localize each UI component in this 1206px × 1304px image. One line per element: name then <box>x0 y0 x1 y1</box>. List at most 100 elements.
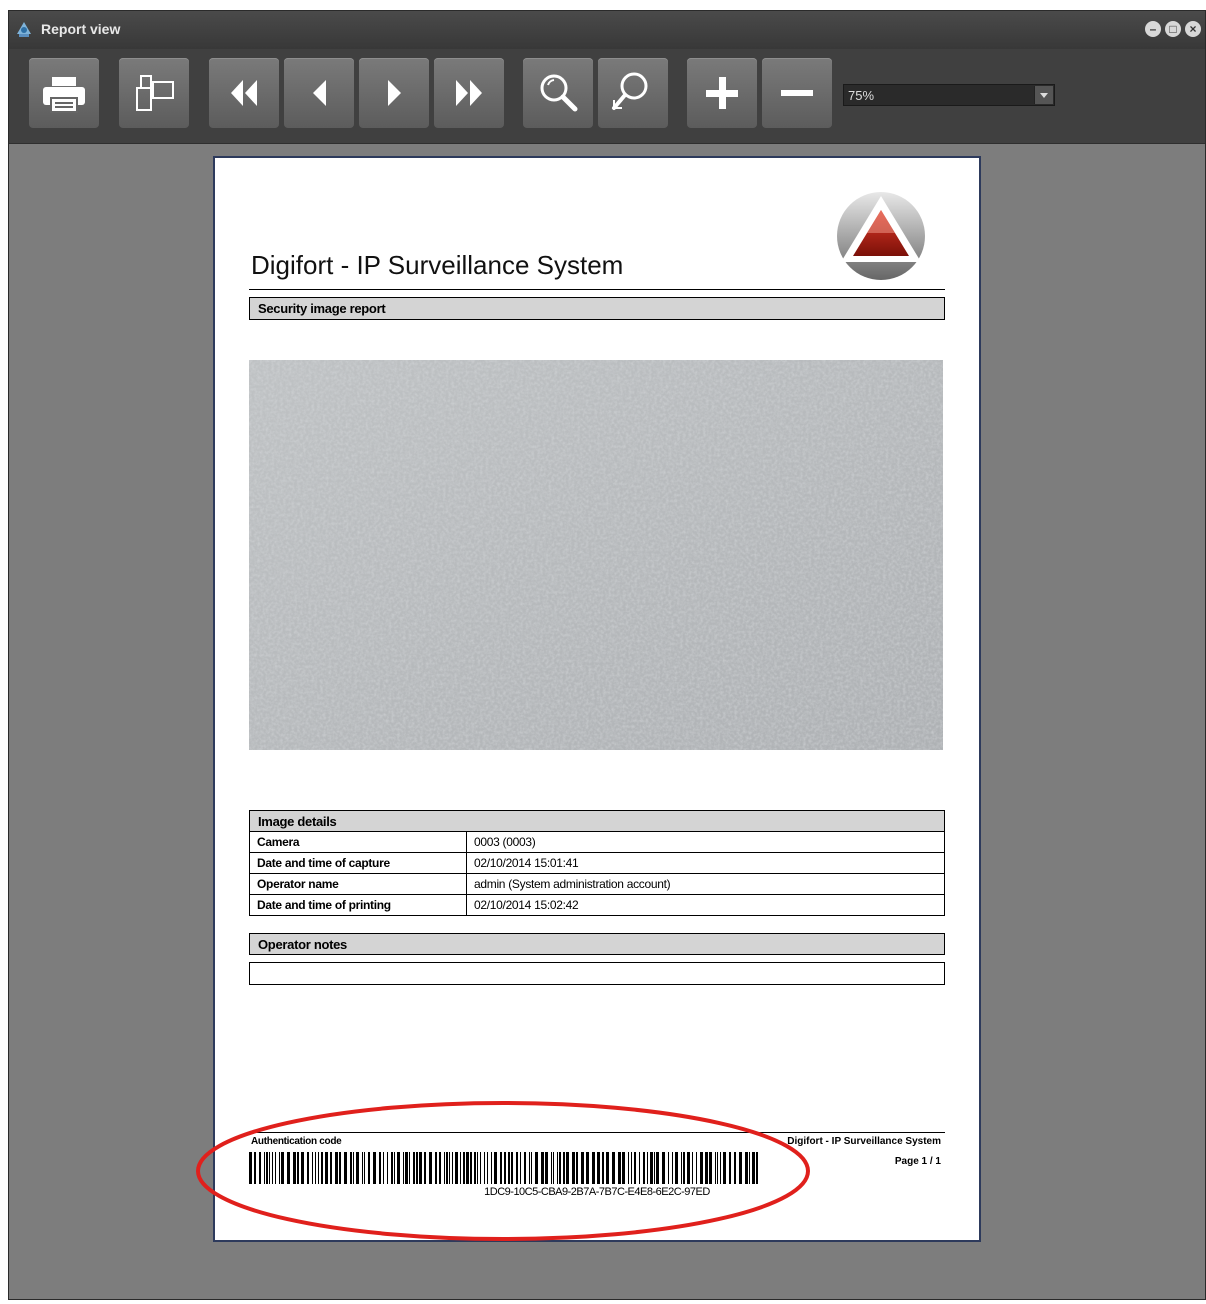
barcode-bar <box>470 1152 472 1184</box>
barcode-bar <box>321 1152 323 1184</box>
barcode-bar <box>463 1152 465 1184</box>
barcode-bar <box>612 1152 615 1184</box>
barcode-bar <box>639 1152 640 1184</box>
barcode-bar <box>466 1152 469 1184</box>
page-setup-button[interactable] <box>119 58 189 128</box>
barcode-bar <box>631 1152 632 1184</box>
barcode-bar <box>474 1152 476 1184</box>
barcode-bar <box>477 1152 478 1184</box>
barcode-bar <box>373 1152 376 1184</box>
barcode-bar <box>416 1152 418 1184</box>
minimize-icon[interactable]: – <box>1145 21 1161 37</box>
barcode-bar <box>734 1152 736 1184</box>
barcode-bar <box>566 1152 569 1184</box>
barcode-bar <box>439 1152 441 1184</box>
double-right-arrow-icon <box>456 80 482 106</box>
barcode-bar <box>545 1152 548 1184</box>
barcode-bar <box>318 1152 319 1184</box>
captured-image <box>249 360 943 750</box>
magnifier-icon <box>540 74 578 112</box>
barcode-bar <box>715 1152 716 1184</box>
barcode-bar <box>344 1152 347 1184</box>
barcode-bar <box>364 1152 365 1184</box>
last-page-button[interactable] <box>434 58 504 128</box>
barcode-bar <box>397 1152 400 1184</box>
barcode-bar <box>297 1152 299 1184</box>
barcode-bar <box>413 1152 415 1184</box>
double-left-arrow-icon <box>231 80 257 106</box>
print-button[interactable] <box>29 58 99 128</box>
barcode-bar <box>287 1152 290 1184</box>
auth-code: 1DC9-10C5-CBA9-2B7A-7B7C-E4E8-6E2C-97ED <box>249 1186 945 1198</box>
table-row: Camera 0003 (0003) <box>249 831 945 853</box>
barcode-bar <box>487 1152 488 1184</box>
zoom-select[interactable]: 75% <box>843 84 1055 106</box>
barcode-bar <box>494 1152 497 1184</box>
barcode-bar <box>572 1152 575 1184</box>
previous-page-button[interactable] <box>284 58 354 128</box>
barcode-bar <box>452 1152 453 1184</box>
first-page-button[interactable] <box>209 58 279 128</box>
barcode-bar <box>662 1152 665 1184</box>
barcode-bar <box>650 1152 653 1184</box>
operator-notes-box <box>249 962 945 985</box>
right-arrow-icon <box>388 80 401 106</box>
barcode-bar <box>602 1152 604 1184</box>
barcode-bar <box>449 1152 450 1184</box>
barcode-bar <box>460 1152 461 1184</box>
magnifier-expand-icon <box>612 72 648 110</box>
barcode-bar <box>387 1152 388 1184</box>
zoom-out-button[interactable] <box>762 58 832 128</box>
image-details-table: Camera 0003 (0003) Date and time of capt… <box>249 831 945 916</box>
table-row: Date and time of printing 02/10/2014 15:… <box>249 894 945 916</box>
barcode-bar <box>511 1152 513 1184</box>
restore-icon[interactable]: □ <box>1165 21 1181 37</box>
barcode-bar <box>559 1152 561 1184</box>
title-bar: Report view – □ × <box>9 11 1205 49</box>
barcode-bar <box>586 1152 589 1184</box>
barcode-bar <box>654 1152 655 1184</box>
barcode-bar <box>723 1152 726 1184</box>
detail-label: Date and time of printing <box>249 894 467 916</box>
barcode-bar <box>618 1152 621 1184</box>
detail-label: Operator name <box>249 873 467 895</box>
auth-code-text: 1DC9-10C5-CBA9-2B7A-7B7C-E4E8-6E2C-97ED <box>484 1186 710 1198</box>
barcode-bar <box>597 1152 600 1184</box>
zoom-page-button[interactable] <box>598 58 668 128</box>
barcode-bar <box>249 1152 252 1184</box>
barcode-bar <box>312 1152 313 1184</box>
barcode-bar <box>259 1152 261 1184</box>
zoom-fit-button[interactable] <box>523 58 593 128</box>
zoom-in-button[interactable] <box>687 58 757 128</box>
barcode-bar <box>516 1152 518 1184</box>
zoom-value: 75% <box>848 88 875 103</box>
barcode-bar <box>606 1152 609 1184</box>
footer-system-name: Digifort - IP Surveillance System <box>787 1136 941 1147</box>
toolbar: 75% <box>9 49 1205 144</box>
barcode-bar <box>656 1152 659 1184</box>
barcode-bar <box>307 1152 309 1184</box>
barcode-bar <box>383 1152 384 1184</box>
table-row: Operator name admin (System administrati… <box>249 873 945 895</box>
chevron-down-icon[interactable] <box>1034 86 1053 104</box>
barcode-bar <box>379 1152 381 1184</box>
section-header: Security image report <box>249 297 945 320</box>
barcode-bar <box>729 1152 731 1184</box>
barcode-bar <box>541 1152 544 1184</box>
barcode-bar <box>455 1152 458 1184</box>
title-divider <box>249 289 945 290</box>
barcode-bar <box>551 1152 552 1184</box>
barcode-bar <box>424 1152 426 1184</box>
close-icon[interactable]: × <box>1185 21 1201 37</box>
barcode-bar <box>524 1152 526 1184</box>
next-page-button[interactable] <box>359 58 429 128</box>
barcode-bar <box>581 1152 584 1184</box>
detail-label: Date and time of capture <box>249 852 467 874</box>
barcode-bar <box>529 1152 530 1184</box>
barcode-bar <box>643 1152 645 1184</box>
barcode-bar <box>683 1152 685 1184</box>
footer-divider <box>249 1132 945 1133</box>
barcode-bar <box>275 1152 276 1184</box>
barcode-bar <box>491 1152 492 1184</box>
barcode-bar <box>687 1152 690 1184</box>
